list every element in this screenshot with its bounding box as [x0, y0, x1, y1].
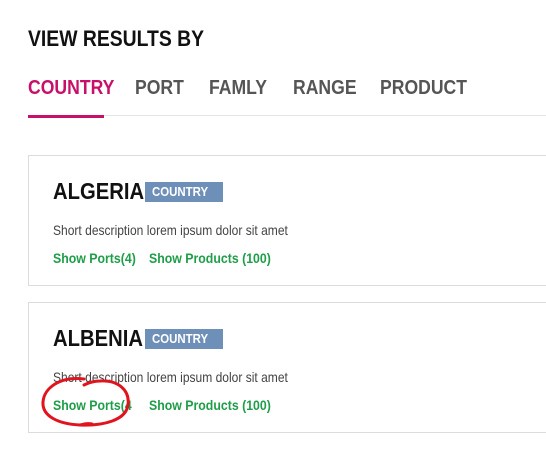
show-products-link[interactable]: Show Products (100)	[149, 250, 271, 266]
filter-tabs: COUNTRY PORT FAMLY RANGE PRODUCT	[28, 74, 546, 118]
show-ports-link[interactable]: Show Ports(4)	[53, 250, 137, 266]
tab-label: RANGE	[293, 77, 357, 99]
result-description: Short description lorem ipsum dolor sit …	[53, 222, 288, 238]
result-card-algeria: ALGERIA COUNTRY Short description lorem …	[28, 155, 546, 286]
tab-product[interactable]: PRODUCT	[380, 74, 500, 116]
result-title: ALBENIA COUNTRY	[53, 325, 223, 352]
result-description: Short description lorem ipsum dolor sit …	[53, 369, 288, 385]
page: VIEW RESULTS BY COUNTRY PORT FAMLY RANGE…	[0, 0, 546, 466]
show-ports-link[interactable]: Show Ports(4	[53, 397, 137, 413]
show-products-link[interactable]: Show Products (100)	[149, 397, 271, 413]
result-name: ALBENIA	[53, 325, 143, 351]
page-title: VIEW RESULTS BY	[28, 26, 205, 51]
tab-family[interactable]: FAMLY	[209, 74, 293, 116]
tab-label: PORT	[135, 77, 184, 99]
result-links: Show Ports(4 Show Products (100)	[53, 397, 287, 413]
result-links: Show Ports(4) Show Products (100)	[53, 250, 287, 266]
tab-port[interactable]: PORT	[135, 74, 209, 116]
country-badge: COUNTRY	[145, 329, 223, 349]
tab-label: PRODUCT	[380, 77, 468, 99]
tab-label: COUNTRY	[28, 77, 115, 99]
badge-label: COUNTRY	[152, 184, 209, 199]
country-badge: COUNTRY	[145, 182, 223, 202]
tab-range[interactable]: RANGE	[293, 74, 380, 116]
tab-country[interactable]: COUNTRY	[28, 74, 135, 118]
badge-label: COUNTRY	[152, 331, 209, 346]
result-card-albenia: ALBENIA COUNTRY Short description lorem …	[28, 302, 546, 433]
result-name: ALGERIA	[53, 178, 145, 204]
tab-label: FAMLY	[209, 77, 268, 99]
result-title: ALGERIA COUNTRY	[53, 178, 223, 205]
